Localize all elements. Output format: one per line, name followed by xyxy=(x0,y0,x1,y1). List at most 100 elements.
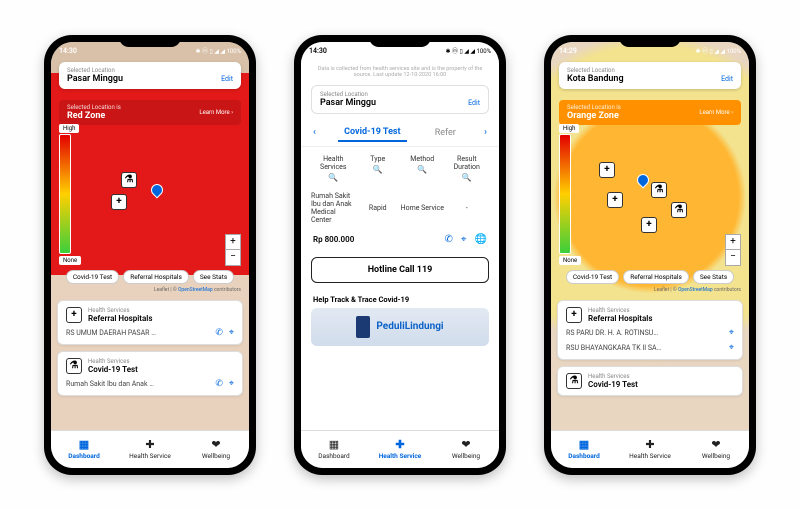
zone-name: Red Zone xyxy=(67,111,121,121)
marker-hospital-icon[interactable]: + xyxy=(607,192,623,208)
nav-health-service[interactable]: ✚Health Service xyxy=(117,431,183,468)
gradient-high-label: High xyxy=(59,124,79,133)
price: Rp 800.000 xyxy=(313,235,354,244)
col-duration[interactable]: Result Duration xyxy=(445,155,490,171)
notch xyxy=(369,35,431,47)
marker-lab-icon[interactable]: ⚗ xyxy=(671,202,687,218)
tab-refer[interactable]: Refer xyxy=(429,125,462,141)
health-icon: ✚ xyxy=(145,438,154,451)
nav-wellbeing[interactable]: ❤Wellbeing xyxy=(433,431,499,468)
pill-stats[interactable]: See Stats xyxy=(693,270,734,285)
marker-hospital-icon[interactable]: + xyxy=(641,217,657,233)
hotline-button[interactable]: Hotline Call 119 xyxy=(311,257,489,283)
zone-banner[interactable]: Selected Location is Red Zone Learn More… xyxy=(59,100,241,125)
nav-health-service[interactable]: ✚Health Service xyxy=(367,431,433,468)
nav-wellbeing[interactable]: ❤Wellbeing xyxy=(683,431,749,468)
zoom-in-button[interactable]: + xyxy=(225,234,241,250)
status-icons: ✱ ⓜ ▯ ◢ ◢ 100% xyxy=(195,46,241,55)
hospital-name: RS UMUM DAERAH PASAR … xyxy=(66,329,156,337)
map-content[interactable]: ⚗ + Selected Location Pasar Minggu Edit … xyxy=(51,42,249,430)
phone-icon[interactable]: ✆ xyxy=(215,328,223,338)
cell-type: Rapid xyxy=(356,204,401,212)
search-icon[interactable]: 🔍 xyxy=(311,173,356,182)
zone-banner[interactable]: Selected Location is Orange Zone Learn M… xyxy=(559,100,741,125)
map-content[interactable]: + + ⚗ ⚗ + Selected Location Kota Bandung… xyxy=(551,42,749,430)
zoom-out-button[interactable]: − xyxy=(225,250,241,266)
search-icon[interactable]: 🔍 xyxy=(356,165,401,174)
osm-link[interactable]: OpenStreetMap xyxy=(178,287,213,293)
screen: 14:29 ✱ ⓜ ▯ ◢ ◢ 100% + + ⚗ ⚗ + Selected … xyxy=(551,42,749,468)
nav-dashboard[interactable]: ▦Dashboard xyxy=(551,431,617,468)
pill-stats[interactable]: See Stats xyxy=(193,270,234,285)
peduli-banner[interactable]: PeduliLindungi xyxy=(311,308,489,346)
zoom-out-button[interactable]: − xyxy=(725,250,741,266)
covid-test-card[interactable]: ⚗ Health Services Covid-19 Test Rumah Sa… xyxy=(57,351,243,396)
nav-dashboard[interactable]: ▦Dashboard xyxy=(301,431,367,468)
price-row: Rp 800.000 ✆ ⌖ 🌐 xyxy=(301,230,499,253)
wellbeing-icon: ❤ xyxy=(211,438,220,451)
nav-dashboard[interactable]: ▦Dashboard xyxy=(51,431,117,468)
table-row[interactable]: Rumah Sakit Ibu dan Anak Medical Center … xyxy=(301,186,499,230)
search-icon[interactable]: 🔍 xyxy=(400,165,445,174)
col-method[interactable]: Method xyxy=(400,155,445,163)
health-service-content: Data is collected from health services s… xyxy=(301,60,499,430)
list-item[interactable]: RS UMUM DAERAH PASAR … ✆ ⌖ xyxy=(66,328,234,338)
col-type[interactable]: Type xyxy=(356,155,401,163)
zone-label: Selected Location is xyxy=(67,104,121,111)
learn-more-link[interactable]: Learn More › xyxy=(199,109,233,116)
health-icon: ✚ xyxy=(395,438,404,451)
pill-covid-test[interactable]: Covid-19 Test xyxy=(566,270,619,285)
map-pin-icon[interactable]: ⌖ xyxy=(229,328,234,338)
col-health-services[interactable]: Health Services xyxy=(311,155,356,171)
phone-icon[interactable]: ✆ xyxy=(445,234,453,245)
cell-name: Rumah Sakit Ibu dan Anak Medical Center xyxy=(311,192,356,224)
location-card[interactable]: Selected Location Pasar Minggu Edit xyxy=(59,62,241,89)
map-attribution: Leaflet | © OpenStreetMap contributors xyxy=(154,287,241,293)
bottom-panel: + Health Services Referral Hospitals RS … xyxy=(557,300,743,430)
list-item[interactable]: RSU BHAYANGKARA TK II SA… ⌖ xyxy=(566,343,734,353)
list-item[interactable]: RS PARU DR. H. A. ROTINSU… ⌖ xyxy=(566,328,734,338)
pill-referral[interactable]: Referral Hospitals xyxy=(123,270,189,285)
covid-test-card[interactable]: ⚗ Health Services Covid-19 Test xyxy=(557,366,743,396)
test-center-name: Rumah Sakit Ibu dan Anak … xyxy=(66,380,154,388)
map-pin-icon[interactable]: ⌖ xyxy=(729,328,734,338)
globe-icon[interactable]: 🌐 xyxy=(475,234,487,245)
location-card[interactable]: Selected Location Pasar Minggu Edit xyxy=(311,85,489,114)
location-name: Pasar Minggu xyxy=(67,74,123,84)
referral-card[interactable]: + Health Services Referral Hospitals RS … xyxy=(57,300,243,345)
zoom-in-button[interactable]: + xyxy=(725,234,741,250)
lab-icon: ⚗ xyxy=(66,358,82,374)
tab-covid-test[interactable]: Covid-19 Test xyxy=(338,124,406,142)
filter-pills: Covid-19 Test Referral Hospitals See Sta… xyxy=(555,270,745,285)
chevron-left-icon[interactable]: ‹ xyxy=(313,127,316,138)
phone-icon[interactable]: ✆ xyxy=(215,379,223,389)
pill-referral[interactable]: Referral Hospitals xyxy=(623,270,689,285)
nav-health-service[interactable]: ✚Health Service xyxy=(617,431,683,468)
plus-icon: + xyxy=(66,307,82,323)
lab-icon: ⚗ xyxy=(566,373,582,389)
chevron-right-icon[interactable]: › xyxy=(484,127,487,138)
location-card[interactable]: Selected Location Kota Bandung Edit xyxy=(559,62,741,89)
referral-card[interactable]: + Health Services Referral Hospitals RS … xyxy=(557,300,743,360)
dashboard-icon: ▦ xyxy=(579,438,589,451)
marker-lab-icon[interactable]: ⚗ xyxy=(121,172,137,188)
search-icon[interactable]: 🔍 xyxy=(445,173,490,182)
marker-hospital-icon[interactable]: + xyxy=(111,194,127,210)
edit-link[interactable]: Edit xyxy=(221,75,233,83)
marker-hospital-icon[interactable]: + xyxy=(599,162,615,178)
edit-link[interactable]: Edit xyxy=(721,75,733,83)
map-pin-icon[interactable]: ⌖ xyxy=(729,343,734,353)
pill-covid-test[interactable]: Covid-19 Test xyxy=(66,270,119,285)
list-item[interactable]: Rumah Sakit Ibu dan Anak … ✆ ⌖ xyxy=(66,379,234,389)
marker-lab-icon[interactable]: ⚗ xyxy=(651,182,667,198)
phone-illustration-icon xyxy=(356,316,370,338)
tabs: ‹ Covid-19 Test Refer › xyxy=(301,120,499,147)
edit-link[interactable]: Edit xyxy=(468,99,480,107)
map-pin-icon[interactable]: ⌖ xyxy=(461,234,467,245)
status-time: 14:30 xyxy=(59,47,77,55)
learn-more-link[interactable]: Learn More › xyxy=(699,109,733,116)
notch xyxy=(619,35,681,47)
map-pin-icon[interactable]: ⌖ xyxy=(229,379,234,389)
osm-link[interactable]: OpenStreetMap xyxy=(678,287,713,293)
nav-wellbeing[interactable]: ❤Wellbeing xyxy=(183,431,249,468)
